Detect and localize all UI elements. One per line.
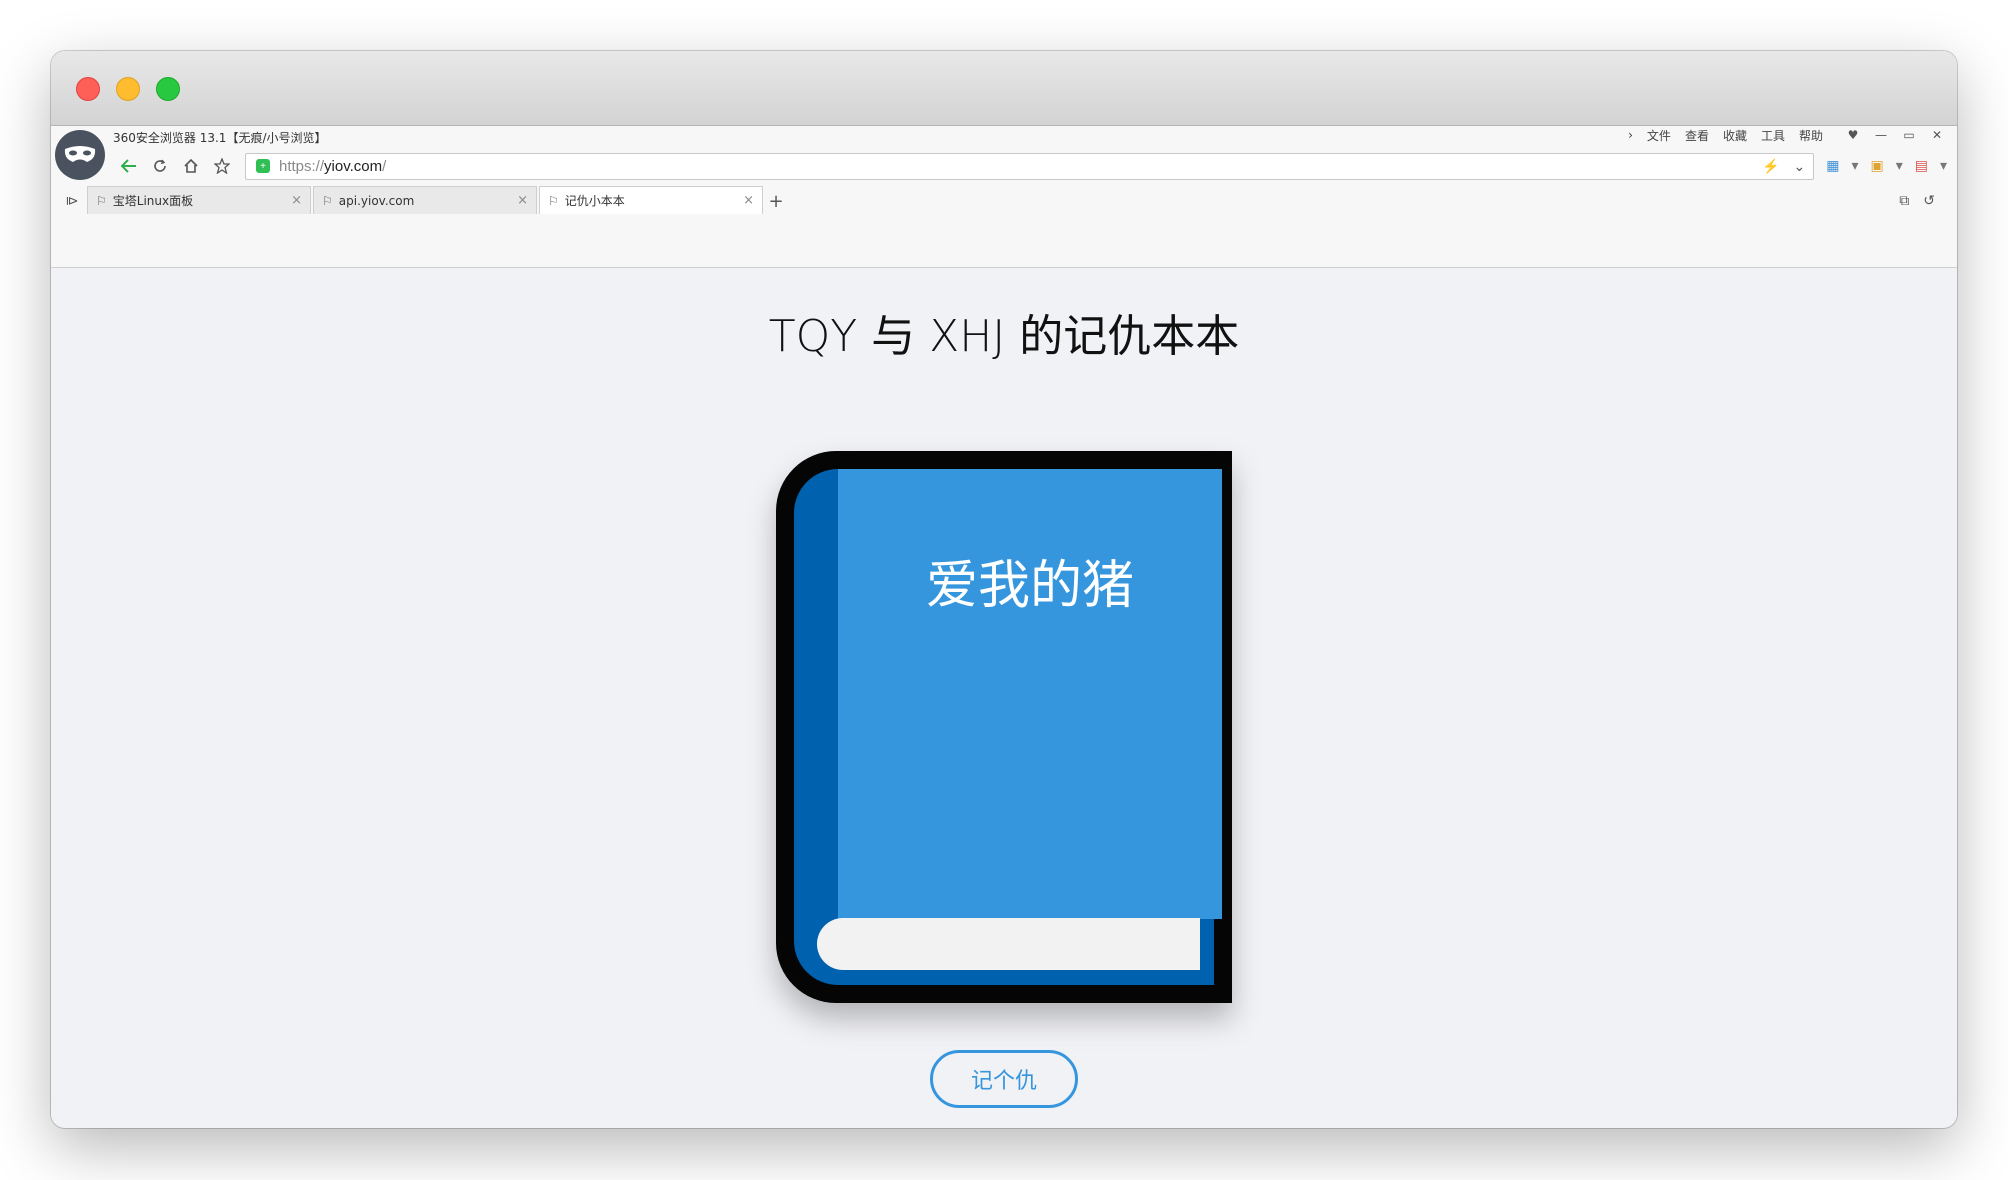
browser-toolbar: 360安全浏览器 13.1【无痕/小号浏览】 › 文件 查看 收藏 工具 帮助 … [51,126,1957,268]
tab-close-icon[interactable]: × [743,193,754,208]
menu-item-tools[interactable]: 工具 [1761,127,1785,144]
address-bar-actions: ⚡ ⌄ [1762,158,1813,175]
tab-strip: ⧐ ⚐ 宝塔Linux面板 × ⚐ api.yiov.com × ⚐ 记仇小本本… [51,184,1957,214]
apps-dropdown-icon[interactable]: ▾ [1851,158,1858,174]
menu-item-file[interactable]: 文件 [1647,127,1671,144]
browser-window: 360安全浏览器 13.1【无痕/小号浏览】 › 文件 查看 收藏 工具 帮助 … [51,51,1957,1128]
book-pages [817,918,1200,970]
translate-dropdown-icon[interactable]: ▾ [1940,158,1947,174]
skin-icon[interactable]: ♥ [1845,128,1861,142]
restore-icon[interactable]: ▭ [1901,128,1917,142]
minimize-window-button[interactable] [116,77,140,101]
tab-favicon-icon: ⚐ [322,193,333,208]
incognito-mask-icon[interactable] [55,130,105,180]
tab-manager-icon[interactable]: ⧉ [1899,193,1909,209]
translate-icon[interactable]: ▤ [1915,158,1928,174]
browser-app-title: 360安全浏览器 13.1【无痕/小号浏览】 [113,131,327,145]
screenshot-dropdown-icon[interactable]: ▾ [1896,158,1903,174]
menu-chevron-icon[interactable]: › [1628,128,1633,142]
zoom-window-button[interactable] [156,77,180,101]
tab-label: 记仇小本本 [564,194,625,208]
address-bar[interactable]: + https://yiov.com / ⚡ ⌄ [245,152,1815,180]
screenshot-icon[interactable]: ▣ [1870,158,1883,174]
tab-label: 宝塔Linux面板 [112,194,194,208]
apps-icon[interactable]: ▦ [1826,158,1839,174]
tab-api-yiov[interactable]: ⚐ api.yiov.com × [313,186,537,214]
book-cover [838,469,1222,919]
tab-record-book[interactable]: ⚐ 记仇小本本 × [539,186,763,214]
tab-baota[interactable]: ⚐ 宝塔Linux面板 × [87,186,311,214]
menu-item-help[interactable]: 帮助 [1799,127,1823,144]
url-host: yiov.com [324,157,383,175]
url-scheme: https:// [279,157,325,175]
book-illustration[interactable]: 爱我的猪 [776,451,1232,1003]
close-icon[interactable]: ✕ [1929,128,1945,142]
page-title: TQY 与 XHJ 的记仇本本 [768,311,1240,362]
record-grudge-button[interactable]: 记个仇 [930,1050,1078,1108]
lightning-icon[interactable]: ⚡ [1762,158,1779,175]
tab-favicon-icon: ⚐ [548,193,559,208]
new-tab-button[interactable]: + [765,188,787,214]
extension-icons: ▦ ▾ ▣ ▾ ▤ ▾ [1826,158,1957,174]
tab-close-icon[interactable]: × [291,193,302,208]
navigation-row: + https://yiov.com / ⚡ ⌄ ▦ ▾ ▣ ▾ ▤ ▾ [113,152,1957,180]
menu-item-view[interactable]: 查看 [1685,127,1709,144]
tab-label: api.yiov.com [338,193,415,208]
close-window-button[interactable] [76,77,100,101]
menu-bar: › 文件 查看 收藏 工具 帮助 ♥ — ▭ ✕ [1628,126,1945,144]
window-titlebar [51,51,1957,126]
minimize-icon[interactable]: — [1873,128,1889,142]
sidebar-toggle-icon[interactable]: ⧐ [57,188,87,214]
reload-button[interactable] [144,153,175,180]
menu-item-favorites[interactable]: 收藏 [1723,127,1747,144]
url-path: / [382,157,387,175]
tab-strip-actions: ⧉ ↺ [1899,188,1957,214]
secure-shield-icon: + [256,159,270,173]
favorite-star-button[interactable] [206,153,237,180]
tab-close-icon[interactable]: × [517,193,528,208]
undo-close-tab-icon[interactable]: ↺ [1923,193,1935,209]
address-dropdown-icon[interactable]: ⌄ [1793,158,1805,175]
book-title: 爱我的猪 [925,556,1134,616]
page-content: TQY 与 XHJ 的记仇本本 爱我的猪 记个仇 [51,268,1957,1128]
back-button[interactable] [113,153,144,180]
home-button[interactable] [175,153,206,180]
tab-favicon-icon: ⚐ [96,193,107,208]
